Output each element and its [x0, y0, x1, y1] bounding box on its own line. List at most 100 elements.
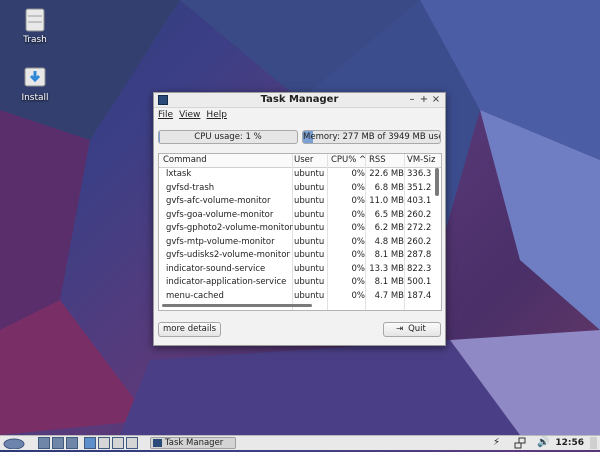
cell-cpu: 0%: [351, 236, 366, 247]
table-row[interactable]: gvfs-gphoto2-volume-monitor ubuntu 0% 6.2 M…: [159, 222, 435, 236]
cell-vm-size: 287.8: [407, 250, 432, 260]
cell-command: indicator-application-service: [166, 277, 287, 287]
menu-view[interactable]: View: [179, 110, 200, 120]
workspace-3-icon[interactable]: [112, 437, 124, 449]
cell-command: menu-cached: [166, 290, 224, 301]
cell-vm-size: 336.3: [407, 169, 432, 179]
cell-vm-size: 822.3: [407, 263, 432, 274]
horizontal-scrollbar[interactable]: [162, 304, 312, 307]
menu-file[interactable]: File: [158, 110, 173, 120]
cell-command: lxtask: [166, 169, 192, 179]
terminal-icon[interactable]: [66, 437, 78, 449]
clock[interactable]: 12:56: [555, 438, 584, 448]
table-row[interactable]: gvfs-goa-volume-monitor ubuntu 0% 6.5 MB 260…: [159, 209, 435, 223]
workspace-4-icon[interactable]: [126, 437, 138, 449]
file-manager-icon[interactable]: [52, 437, 64, 449]
table-row[interactable]: indicator-application-service ubuntu 0% 8.1…: [159, 276, 435, 290]
menu-help[interactable]: Help: [206, 110, 227, 120]
cell-rss: 6.8 MB: [374, 182, 404, 193]
cell-vm-size: 500.1: [407, 277, 432, 287]
minimize-button[interactable]: –: [406, 93, 418, 106]
cell-user: ubuntu: [294, 290, 325, 301]
cell-rss: 4.8 MB: [374, 236, 404, 247]
cell-vm-size: 351.2: [407, 182, 432, 193]
cell-rss: 22.6 MB: [369, 169, 404, 179]
table-row[interactable]: gvfsd-trash ubuntu 0% 6.8 MB 351.2: [159, 182, 435, 196]
cell-user: ubuntu: [294, 209, 325, 220]
memory-usage-bar: Memory: 277 MB of 3949 MB used: [302, 130, 441, 144]
column-header-cpu[interactable]: CPU% ^: [331, 155, 366, 165]
desktop-icon-trash[interactable]: Trash: [10, 6, 60, 45]
cpu-usage-bar: CPU usage: 1 %: [158, 130, 298, 144]
cell-cpu: 0%: [351, 250, 366, 260]
table-row[interactable]: menu-cached ubuntu 0% 4.7 MB 187.4: [159, 290, 435, 304]
column-header-command[interactable]: Command: [163, 155, 207, 165]
taskbar-task-label: Task Manager: [165, 438, 224, 448]
cell-rss: 6.2 MB: [374, 223, 404, 233]
title-bar[interactable]: Task Manager – + ×: [154, 93, 445, 108]
more-details-button[interactable]: more details: [158, 322, 221, 337]
quit-button[interactable]: ⇥ Quit: [383, 322, 441, 337]
column-header-vm-size[interactable]: VM-Siz: [407, 155, 435, 165]
desktop-icon-label: Trash: [23, 35, 47, 45]
cell-rss: 6.5 MB: [374, 209, 404, 220]
cell-command: gvfs-mtp-volume-monitor: [166, 236, 275, 247]
cell-command: indicator-sound-service: [166, 263, 266, 274]
table-row[interactable]: gvfs-afc-volume-monitor ubuntu 0% 11.0 MB 40…: [159, 195, 435, 209]
table-row[interactable]: lxtask ubuntu 0% 22.6 MB 336.3: [159, 168, 435, 182]
cell-vm-size: 260.2: [407, 209, 432, 220]
volume-icon[interactable]: 🔊: [537, 437, 549, 449]
table-row[interactable]: gvfs-mtp-volume-monitor ubuntu 0% 4.8 MB 260…: [159, 236, 435, 250]
cell-cpu: 0%: [351, 223, 366, 233]
cpu-usage-label: CPU usage: 1 %: [194, 132, 262, 142]
window-title: Task Manager: [260, 94, 339, 105]
cell-command: gvfs-afc-volume-monitor: [166, 196, 271, 206]
cell-user: ubuntu: [294, 223, 325, 233]
taskbar-task-manager[interactable]: Task Manager: [150, 437, 236, 449]
cell-vm-size: 403.1: [407, 196, 432, 206]
cell-user: ubuntu: [294, 277, 325, 287]
install-icon: [22, 64, 48, 90]
maximize-button[interactable]: +: [418, 93, 430, 106]
task-manager-app-icon: [153, 439, 162, 447]
power-icon[interactable]: ⚡: [493, 437, 500, 449]
table-row[interactable]: indicator-sound-service ubuntu 0% 13.3 MB 82…: [159, 263, 435, 277]
desktop-icon-install[interactable]: Install: [10, 64, 60, 103]
quit-icon: ⇥: [396, 324, 404, 334]
column-header-rss[interactable]: RSS: [369, 155, 386, 165]
cell-user: ubuntu: [294, 196, 325, 206]
menu-bar: File View Help: [154, 108, 445, 122]
cell-cpu: 0%: [351, 209, 366, 220]
desktop-icon-label: Install: [21, 93, 49, 103]
cell-rss: 13.3 MB: [369, 263, 404, 274]
cell-command: gvfs-goa-volume-monitor: [166, 209, 274, 220]
cell-vm-size: 260.2: [407, 236, 432, 247]
workspace-2-icon[interactable]: [98, 437, 110, 449]
cell-user: ubuntu: [294, 182, 325, 193]
show-desktop-icon[interactable]: [38, 437, 50, 449]
quit-label: Quit: [408, 324, 426, 334]
cell-command: gvfs-gphoto2-volume-monitor: [166, 223, 293, 233]
cell-cpu: 0%: [351, 290, 366, 301]
vertical-scrollbar[interactable]: [435, 168, 439, 196]
cell-cpu: 0%: [351, 277, 366, 287]
taskbar: Task Manager ⚡ 🔊 12:56: [0, 435, 600, 450]
cell-vm-size: 187.4: [407, 290, 432, 301]
cell-cpu: 0%: [351, 196, 366, 206]
cell-command: gvfs-udisks2-volume-monitor: [166, 250, 290, 260]
cell-cpu: 0%: [351, 263, 366, 274]
table-row[interactable]: gvfs-udisks2-volume-monitor ubuntu 0% 8.1 M…: [159, 249, 435, 263]
cell-user: ubuntu: [294, 250, 325, 260]
show-desktop-button[interactable]: [590, 437, 597, 449]
workspace-1-icon[interactable]: [84, 437, 96, 449]
cell-user: ubuntu: [294, 263, 325, 274]
column-header-user[interactable]: User: [294, 155, 313, 165]
cell-rss: 11.0 MB: [369, 196, 404, 206]
network-icon[interactable]: [514, 437, 526, 449]
task-manager-window: Task Manager – + × File View Help CPU us…: [153, 92, 446, 346]
process-table: Command User CPU% ^ RSS VM-Siz lxtask ubu…: [158, 153, 442, 311]
cell-user: ubuntu: [294, 169, 325, 179]
close-button[interactable]: ×: [430, 93, 442, 106]
cell-cpu: 0%: [351, 182, 366, 193]
start-menu-button[interactable]: [2, 437, 26, 450]
